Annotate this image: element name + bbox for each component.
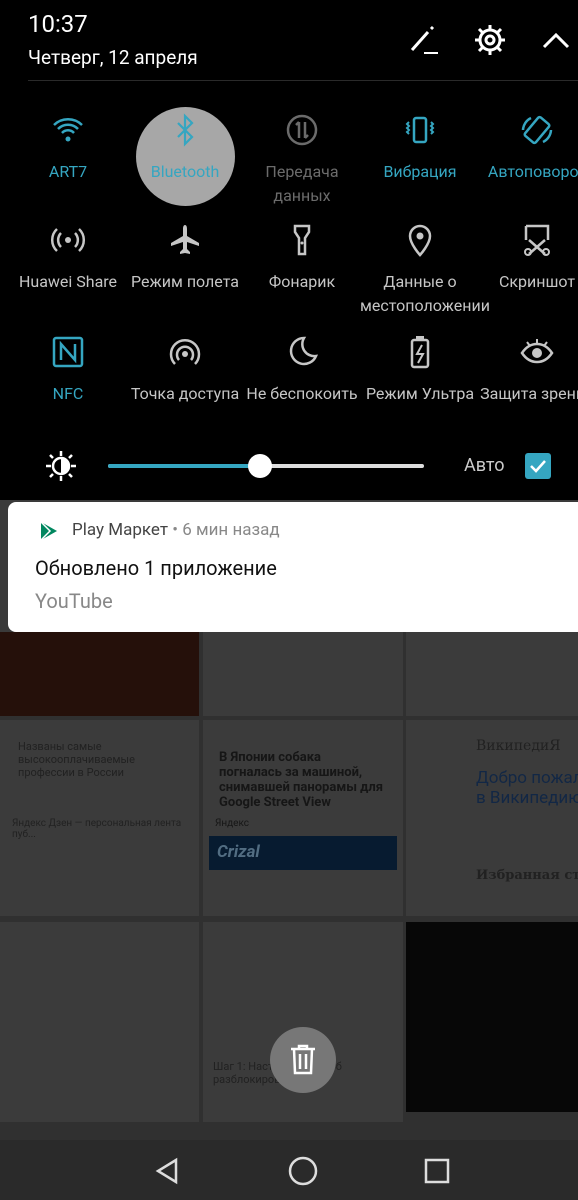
recents-icon[interactable] — [423, 1157, 451, 1185]
trash-icon — [291, 1044, 315, 1075]
moon-icon — [289, 336, 319, 366]
huawei-share-icon — [50, 228, 86, 252]
tile-huawei-share[interactable]: Huawei Share — [8, 222, 128, 294]
wifi-icon — [53, 118, 83, 142]
tile-nfc[interactable]: NFC — [8, 334, 128, 406]
tile-mobile-data[interactable]: Передача данных — [242, 112, 362, 208]
notification-text: YouTube — [35, 589, 113, 613]
tile-label: Точка доступа — [130, 384, 240, 403]
nfc-icon — [52, 336, 84, 368]
tile-label: Bluetooth — [150, 162, 220, 181]
eye-icon — [520, 339, 554, 364]
tile-label: Защита зрения — [480, 384, 578, 403]
screenshot-icon — [524, 224, 550, 256]
tile-label: NFC — [52, 384, 84, 403]
tile-label: Не беспокоить — [246, 384, 358, 403]
tile-airplane[interactable]: Режим полета — [125, 222, 245, 294]
tile-label: Вибрация — [383, 162, 457, 181]
tile-eye[interactable]: Защита зрения — [477, 334, 578, 406]
settings-icon[interactable] — [472, 22, 508, 58]
slider-handle[interactable] — [247, 454, 272, 478]
tile-label: Фонарик — [268, 272, 336, 291]
notification-title: Обновлено 1 приложение — [35, 556, 277, 580]
collapse-icon[interactable] — [538, 22, 574, 58]
tile-screenshot[interactable]: Скриншот — [477, 222, 578, 294]
tile-hotspot[interactable]: Точка доступа — [125, 334, 245, 406]
play-store-icon — [40, 521, 57, 541]
tile-auto-rotate[interactable]: Автоповорот — [477, 112, 578, 184]
tile-flashlight[interactable]: Фонарик — [242, 222, 362, 294]
mobile-data-icon — [286, 114, 318, 146]
divider — [28, 80, 578, 81]
auto-brightness-label: Авто — [464, 455, 505, 476]
notification-time: 6 мин назад — [182, 520, 280, 540]
tile-label: Huawei Share — [18, 272, 118, 291]
tile-label: Данные о местоположении — [360, 272, 490, 315]
flashlight-icon — [293, 224, 311, 256]
tile-label: Режим Ультра — [365, 384, 475, 403]
tile-label: Режим полета — [131, 272, 239, 291]
airplane-icon — [171, 225, 199, 254]
back-icon[interactable] — [152, 1156, 182, 1186]
tile-battery[interactable]: Режим Ультра — [360, 334, 480, 406]
notification-header: Play Маркет • 6 мин назад — [72, 520, 280, 540]
notification-app: Play Маркет — [72, 520, 169, 540]
notification-card[interactable]: Play Маркет • 6 мин назад Обновлено 1 пр… — [8, 502, 578, 632]
tile-moon[interactable]: Не беспокоить — [242, 334, 362, 406]
clear-all-button[interactable] — [270, 1027, 336, 1093]
auto-rotate-icon — [521, 115, 553, 145]
clock: 10:37 — [28, 10, 88, 38]
tile-wifi[interactable]: ART7 — [8, 112, 128, 184]
tile-bluetooth[interactable]: Bluetooth — [125, 112, 245, 184]
tile-label: Передача данных — [265, 162, 339, 205]
tile-location[interactable]: Данные о местоположении — [360, 222, 490, 318]
auto-brightness-checkbox[interactable] — [525, 453, 551, 479]
hotspot-icon — [169, 338, 201, 365]
tile-vibration[interactable]: Вибрация — [360, 112, 480, 184]
tile-label: Автоповорот — [487, 162, 578, 181]
bluetooth-icon — [177, 113, 194, 147]
location-icon — [408, 224, 432, 257]
tile-label: Скриншот — [498, 272, 576, 291]
navigation-bar — [0, 1140, 578, 1200]
quick-settings-panel: 10:37 Четверг, 12 апреля ART7 Bluetooth Пе… — [0, 0, 578, 500]
edit-icon[interactable] — [406, 22, 442, 58]
home-icon[interactable] — [287, 1155, 319, 1187]
battery-icon — [410, 336, 430, 369]
vibration-icon — [405, 116, 435, 144]
brightness-icon — [46, 451, 76, 481]
checkmark-icon — [530, 460, 546, 473]
tile-label: ART7 — [48, 162, 88, 181]
date: Четверг, 12 апреля — [28, 46, 198, 69]
brightness-slider[interactable] — [108, 454, 424, 478]
separator: • — [172, 520, 179, 540]
